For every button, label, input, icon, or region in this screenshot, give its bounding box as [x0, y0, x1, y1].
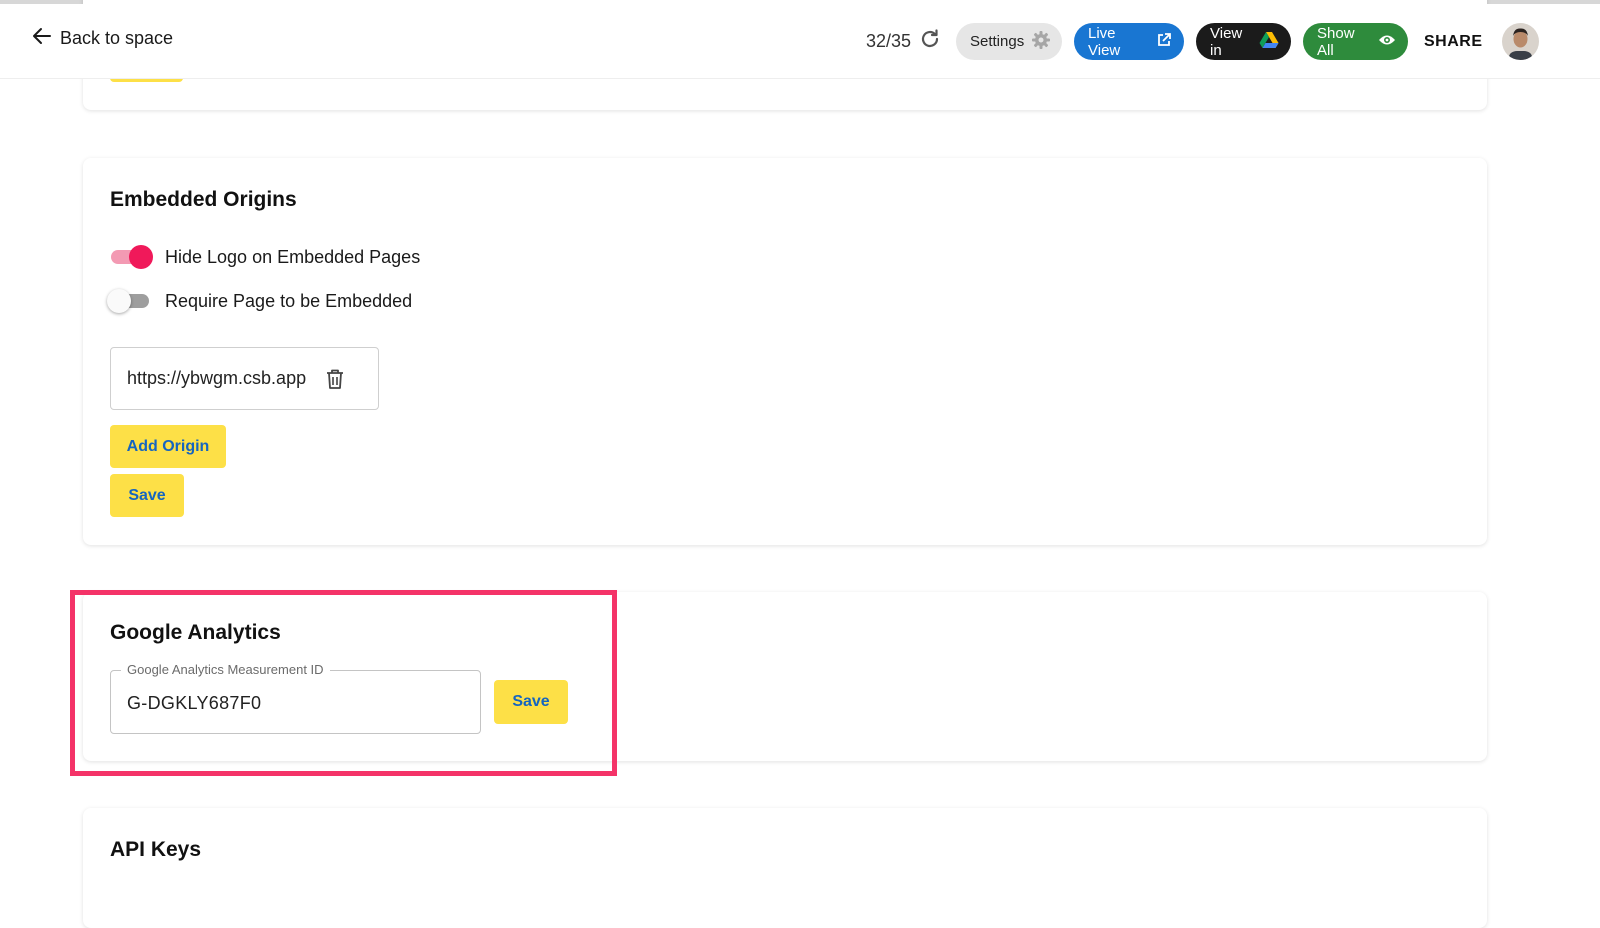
live-view-label: Live View: [1088, 24, 1121, 59]
gear-icon: [1031, 30, 1051, 54]
top-header: Back to space 32/35 Settings Live View V…: [0, 4, 1600, 79]
eye-icon: [1378, 33, 1396, 51]
section-title: Google Analytics: [110, 621, 281, 644]
external-link-icon: [1156, 32, 1172, 52]
trash-icon[interactable]: [320, 364, 350, 394]
google-analytics-card: Google Analytics Google Analytics Measur…: [83, 592, 1487, 761]
hide-logo-toggle[interactable]: [109, 245, 153, 269]
embedded-origins-card: Embedded Origins Hide Logo on Embedded P…: [83, 158, 1487, 545]
view-in-drive-button[interactable]: View in: [1196, 23, 1291, 60]
show-all-button[interactable]: Show All: [1303, 23, 1408, 60]
show-all-label: Show All: [1317, 24, 1355, 59]
field-label: Google Analytics Measurement ID: [121, 662, 330, 677]
section-title: API Keys: [110, 838, 202, 861]
view-in-label: View in: [1210, 24, 1243, 59]
arrow-left-icon: [32, 26, 52, 51]
analytics-save-button[interactable]: Save: [494, 680, 568, 724]
progress-counter: 32/35: [866, 28, 941, 55]
measurement-id-field[interactable]: Google Analytics Measurement ID G-DGKLY6…: [110, 662, 481, 734]
live-view-button[interactable]: Live View: [1074, 23, 1184, 60]
hide-logo-toggle-row[interactable]: Hide Logo on Embedded Pages: [109, 245, 420, 269]
counter-text: 32/35: [866, 31, 912, 51]
toggle-label: Hide Logo on Embedded Pages: [165, 246, 421, 267]
origin-item: https://ybwgm.csb.app: [110, 347, 379, 410]
require-embed-toggle[interactable]: [107, 289, 151, 313]
add-origin-button[interactable]: Add Origin: [110, 425, 226, 468]
share-button[interactable]: SHARE: [1424, 33, 1483, 51]
api-keys-card: API Keys: [83, 808, 1487, 928]
settings-label: Settings: [970, 33, 1025, 50]
user-avatar[interactable]: [1502, 23, 1539, 60]
settings-button[interactable]: Settings: [956, 23, 1062, 60]
origin-url: https://ybwgm.csb.app: [127, 368, 307, 388]
require-embed-toggle-row[interactable]: Require Page to be Embedded: [107, 289, 413, 313]
section-title: Embedded Origins: [110, 188, 297, 211]
embedded-save-button[interactable]: Save: [110, 474, 184, 517]
toggle-label: Require Page to be Embedded: [165, 290, 413, 311]
refresh-icon[interactable]: [919, 28, 941, 55]
back-to-space-link[interactable]: Back to space: [32, 26, 173, 51]
back-label: Back to space: [60, 28, 174, 48]
measurement-id-value: G-DGKLY687F0: [127, 693, 262, 713]
google-drive-icon: [1259, 31, 1279, 53]
